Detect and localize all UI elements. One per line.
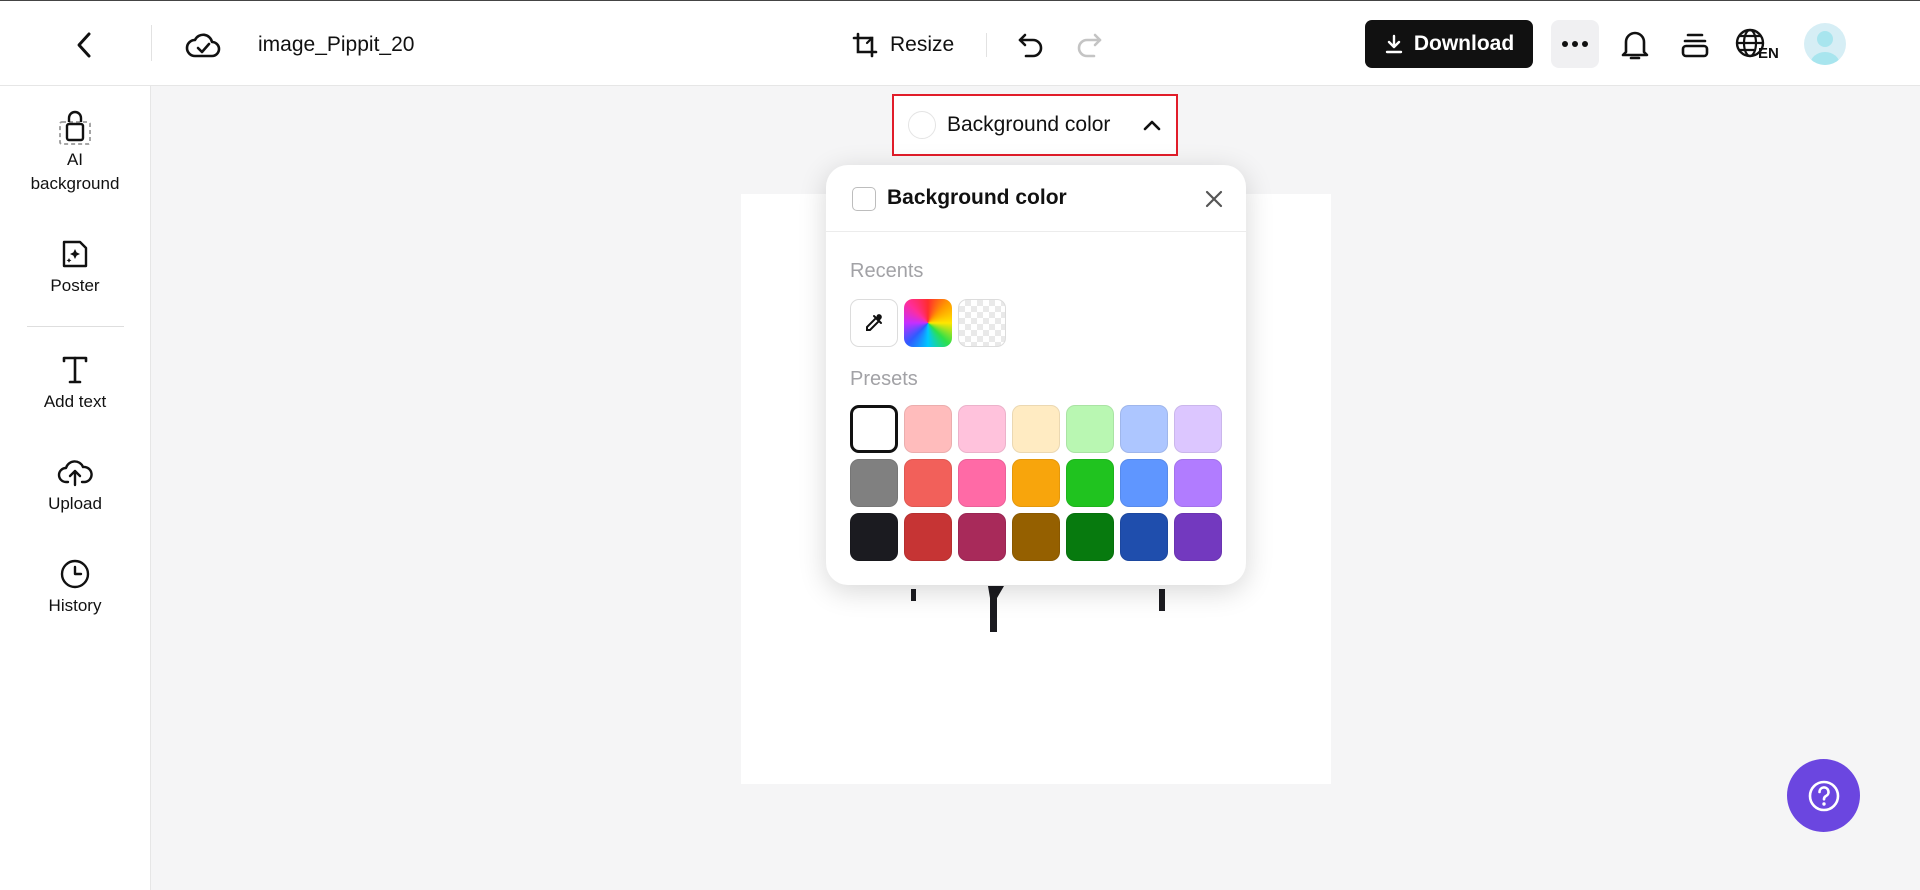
undo-button[interactable] <box>1010 25 1052 65</box>
custom-color-picker[interactable] <box>904 299 952 347</box>
language-button[interactable]: EN <box>1734 23 1786 69</box>
chevron-up-icon <box>1143 120 1161 131</box>
preset-swatch[interactable] <box>1120 513 1168 561</box>
undo-icon <box>1018 33 1043 58</box>
sidebar-item-label: Upload <box>48 494 102 513</box>
notifications-button[interactable] <box>1614 23 1656 67</box>
redo-icon <box>1077 33 1102 58</box>
preset-swatch[interactable] <box>958 459 1006 507</box>
sidebar-item-label: AI background <box>30 150 120 193</box>
current-color-swatch <box>908 111 936 139</box>
lock-bag-icon <box>57 110 93 146</box>
cloud-sync-button[interactable] <box>181 23 225 67</box>
preset-swatch[interactable] <box>1120 405 1168 453</box>
preset-swatch[interactable] <box>1120 459 1168 507</box>
cloud-upload-icon <box>57 454 93 490</box>
sidebar-item-label: Poster <box>50 276 100 295</box>
background-color-label: Background color <box>947 113 1111 136</box>
user-avatar-icon <box>1810 31 1840 65</box>
more-dot <box>1582 41 1588 47</box>
sidebar-divider <box>27 326 124 327</box>
preset-swatch[interactable] <box>1174 513 1222 561</box>
eyedropper-icon <box>866 314 882 331</box>
back-button[interactable] <box>62 23 106 67</box>
top-bar: image_Pippit_20 Resize Download EN <box>0 0 1920 86</box>
background-color-toggle[interactable]: Background color <box>892 94 1178 156</box>
close-button[interactable] <box>1196 181 1232 217</box>
preset-swatch[interactable] <box>1012 459 1060 507</box>
resize-label: Resize <box>890 33 955 56</box>
preset-swatch[interactable] <box>958 405 1006 453</box>
chevron-left-icon <box>77 32 91 58</box>
bell-icon <box>1621 31 1649 60</box>
presets-label: Presets <box>850 368 918 390</box>
preset-swatch[interactable] <box>958 513 1006 561</box>
help-button[interactable] <box>1787 759 1860 832</box>
projects-button[interactable] <box>1674 23 1716 67</box>
preset-swatch[interactable] <box>1174 459 1222 507</box>
language-code: EN <box>1758 45 1779 62</box>
text-t-icon <box>57 352 93 388</box>
preset-swatch[interactable] <box>1066 459 1114 507</box>
more-dots-icon <box>1562 41 1568 47</box>
background-color-popover: Background color Recents Presets <box>826 165 1246 585</box>
sidebar-item-upload[interactable]: Upload <box>10 454 140 516</box>
resize-button[interactable]: Resize <box>846 25 958 65</box>
preset-swatch[interactable] <box>904 405 952 453</box>
download-button[interactable]: Download <box>1365 20 1533 68</box>
preset-swatch[interactable] <box>850 459 898 507</box>
preset-swatch[interactable] <box>850 513 898 561</box>
preset-swatch[interactable] <box>1066 405 1114 453</box>
popover-header: Background color <box>826 165 1246 232</box>
file-name[interactable]: image_Pippit_20 <box>258 32 416 58</box>
preset-swatch[interactable] <box>1174 405 1222 453</box>
resize-icon <box>852 32 878 58</box>
sidebar-item-ai-background[interactable]: AI background <box>10 110 140 196</box>
download-label: Download <box>1413 32 1515 55</box>
sidebar-item-add-text[interactable]: Add text <box>10 352 140 414</box>
preset-swatch[interactable] <box>904 513 952 561</box>
sidebar-item-label: Add text <box>43 392 107 411</box>
cloud-check-icon <box>185 33 221 58</box>
more-dot <box>1572 41 1578 47</box>
header-divider <box>986 33 987 57</box>
recent-transparent-swatch[interactable] <box>958 299 1006 347</box>
background-color-checkbox[interactable] <box>852 187 876 211</box>
redo-button[interactable] <box>1068 25 1110 65</box>
eyedropper-button[interactable] <box>850 299 898 347</box>
sidebar-item-poster[interactable]: Poster <box>10 236 140 298</box>
preset-swatch[interactable] <box>1066 513 1114 561</box>
preset-swatch[interactable] <box>1012 513 1060 561</box>
poster-sparkle-icon <box>57 236 93 272</box>
preset-swatch[interactable] <box>1012 405 1060 453</box>
download-icon <box>1385 34 1403 54</box>
left-sidebar: AI background Poster Add text Upload His… <box>0 86 151 890</box>
close-icon <box>1205 190 1223 208</box>
recents-label: Recents <box>850 260 924 282</box>
preset-swatch[interactable] <box>850 405 898 453</box>
question-circle-icon <box>1808 780 1839 811</box>
clock-icon <box>57 556 93 592</box>
sidebar-item-history[interactable]: History <box>10 556 140 618</box>
layers-icon <box>1681 33 1709 58</box>
avatar[interactable] <box>1804 23 1846 65</box>
preset-swatch[interactable] <box>904 459 952 507</box>
sidebar-item-label: History <box>48 596 102 615</box>
more-options-button[interactable] <box>1551 20 1599 68</box>
header-divider <box>151 25 152 61</box>
popover-title: Background color <box>887 186 1067 209</box>
